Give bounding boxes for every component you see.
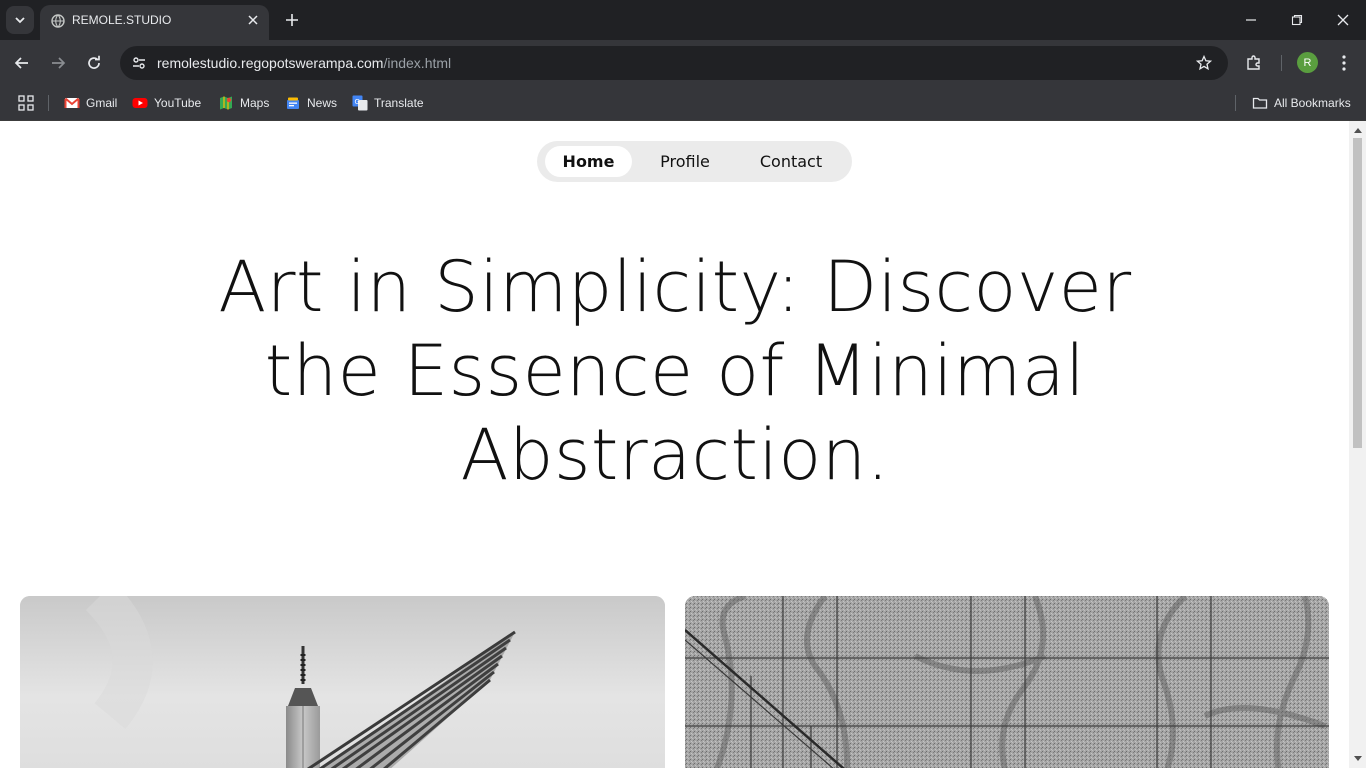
bookmark-label: YouTube [154,96,202,110]
star-icon [1196,55,1212,71]
bookmark-news[interactable]: News [285,91,337,115]
bookmarks-bar: Gmail YouTube Maps News G Translate All … [0,86,1366,121]
tune-icon [133,57,145,69]
address-bar[interactable]: remolestudio.regopotswerampa.com/index.h… [120,46,1228,80]
gallery-image-tower[interactable] [20,596,665,768]
extensions-button[interactable] [1242,51,1266,75]
hero-title: Art in Simplicity: Discover the Essence … [218,246,1132,496]
close-icon [1337,14,1349,26]
bookmark-label: Translate [374,96,424,110]
maps-icon [220,96,232,110]
site-info-button[interactable] [127,51,151,75]
arrow-right-icon [52,57,66,69]
all-bookmarks-label: All Bookmarks [1274,96,1351,110]
translate-icon: G [352,95,368,111]
bookmark-youtube[interactable]: YouTube [132,91,201,115]
tab-search-button[interactable] [6,6,34,34]
restore-icon [1291,14,1303,26]
nav-contact-link[interactable]: Contact [743,146,839,177]
bookmark-label: Gmail [86,96,118,110]
bookmark-gmail[interactable]: Gmail [64,91,117,115]
news-icon [287,97,299,109]
tower-photo [20,596,665,768]
scroll-up-button[interactable] [1353,125,1362,135]
more-vertical-icon [1342,55,1346,71]
nav-profile-link[interactable]: Profile [643,146,727,177]
close-icon [248,15,258,25]
bookmarks-divider [1235,95,1236,111]
toolbar-divider [1281,55,1282,71]
bookmark-maps[interactable]: Maps [218,91,269,115]
browser-tab[interactable]: REMOLE.STUDIO [40,5,269,40]
puzzle-icon [1247,55,1260,70]
url-text: remolestudio.regopotswerampa.com/index.h… [157,55,451,71]
bookmark-label: News [307,96,338,110]
new-tab-button[interactable] [280,8,304,32]
nav-home-link[interactable]: Home [545,146,632,177]
folder-icon [1252,97,1268,109]
gallery-image-tiles[interactable] [685,596,1329,768]
close-window-button[interactable] [1331,8,1355,32]
url-host: remolestudio.regopotswerampa.com [157,55,384,71]
apps-grid-icon [18,95,34,111]
profile-avatar[interactable]: R [1297,52,1318,73]
chevron-down-icon [15,17,25,24]
bookmark-label: Maps [240,96,270,110]
minimize-icon [1246,19,1256,21]
plus-icon [286,14,298,26]
restore-button[interactable] [1285,8,1309,32]
reload-button[interactable] [82,51,106,75]
arrow-left-icon [14,57,28,69]
tiles-photo [685,596,1329,768]
page-viewport: Home Profile Contact Art in Simplicity: … [0,121,1349,768]
minimize-button[interactable] [1239,8,1263,32]
reload-icon [88,55,100,69]
apps-button[interactable] [18,91,34,115]
bookmarks-divider [48,95,49,111]
scrollbar-thumb[interactable] [1353,138,1362,448]
tab-strip: REMOLE.STUDIO [0,0,1366,40]
browser-toolbar: remolestudio.regopotswerampa.com/index.h… [0,40,1366,86]
tab-title: REMOLE.STUDIO [72,13,172,27]
forward-button[interactable] [46,51,70,75]
bookmark-star-button[interactable] [1192,51,1216,75]
url-path: /index.html [383,55,452,71]
tab-close-button[interactable] [245,12,261,28]
menu-button[interactable] [1332,51,1356,75]
main-nav: Home Profile Contact [537,141,852,182]
globe-icon [51,14,65,28]
gmail-icon [64,97,80,108]
page-scrollbar[interactable] [1349,121,1366,768]
caret-up-icon [1353,127,1362,133]
all-bookmarks-button[interactable]: All Bookmarks [1252,91,1351,115]
caret-down-icon [1353,755,1362,761]
svg-text:G: G [355,98,360,106]
back-button[interactable] [10,51,34,75]
scroll-down-button[interactable] [1353,753,1362,763]
youtube-icon [132,98,148,108]
bookmark-translate[interactable]: G Translate [352,91,424,115]
